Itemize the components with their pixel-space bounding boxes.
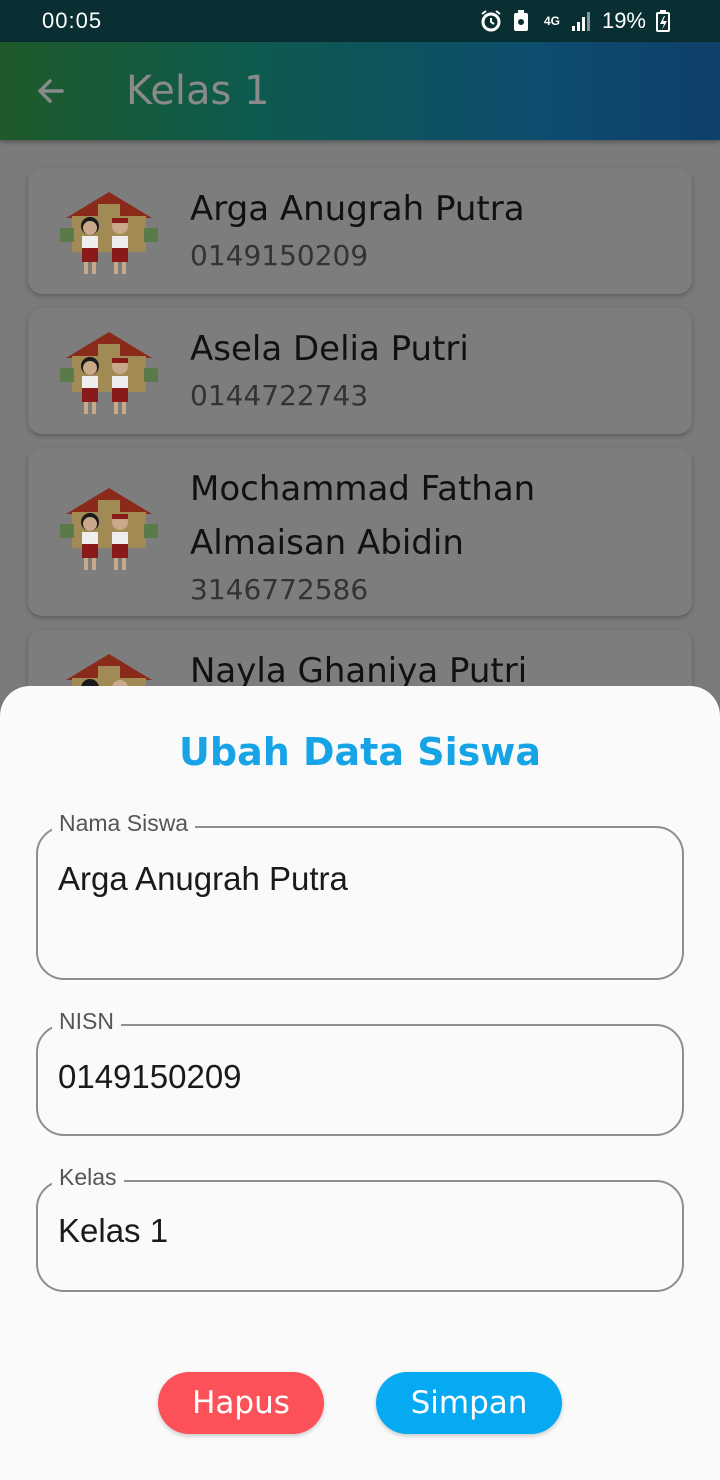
- class-input[interactable]: Kelas 1: [58, 1212, 168, 1250]
- arrow-left-icon[interactable]: [30, 71, 70, 111]
- student-name-line1: Mochammad Fathan: [190, 469, 536, 509]
- edit-student-sheet: Ubah Data Siswa Nama Siswa Arga Anugrah …: [0, 686, 720, 1480]
- list-item[interactable]: Mochammad Fathan Almaisan Abidin 3146772…: [28, 448, 692, 616]
- delete-button[interactable]: Hapus: [158, 1372, 324, 1434]
- student-list: Arga Anugrah Putra 0149150209 Asela Deli…: [28, 168, 692, 734]
- save-button[interactable]: Simpan: [376, 1372, 562, 1434]
- student-nisn: 3146772586: [190, 573, 369, 606]
- nisn-input[interactable]: 0149150209: [58, 1058, 242, 1096]
- battery-percent: 19%: [601, 8, 646, 33]
- status-bar: 00:05 4G 19%: [0, 0, 720, 42]
- student-name-line2: Almaisan Abidin: [190, 523, 464, 563]
- list-item[interactable]: Asela Delia Putri 0144722743: [28, 308, 692, 434]
- student-name: Arga Anugrah Putra: [190, 189, 525, 229]
- student-nisn: 0144722743: [190, 379, 369, 412]
- battery-saver-icon: [512, 10, 534, 32]
- network-4g-icon: 4G: [543, 14, 560, 28]
- student-info: Arga Anugrah Putra 0149150209: [190, 168, 525, 288]
- school-students-icon: [60, 332, 158, 414]
- status-time: 00:05: [42, 8, 103, 33]
- student-name: Asela Delia Putri: [190, 329, 469, 369]
- signal-icon: [570, 10, 592, 32]
- battery-icon: [656, 10, 678, 32]
- class-field[interactable]: Kelas Kelas 1: [36, 1164, 684, 1292]
- school-students-icon: [60, 192, 158, 274]
- app-bar: Kelas 1: [0, 42, 720, 140]
- status-icons: 4G 19%: [480, 8, 678, 34]
- alarm-icon: [480, 10, 502, 32]
- nisn-label: NISN: [52, 1008, 121, 1035]
- class-label: Kelas: [52, 1164, 124, 1191]
- nisn-field[interactable]: NISN 0149150209: [36, 1008, 684, 1136]
- student-nisn: 0149150209: [190, 239, 369, 272]
- student-name-label: Nama Siswa: [52, 810, 196, 837]
- sheet-title: Ubah Data Siswa: [179, 730, 541, 774]
- page-title: Kelas 1: [126, 68, 270, 114]
- student-name-field[interactable]: Nama Siswa Arga Anugrah Putra: [36, 810, 684, 980]
- school-students-icon: [60, 488, 158, 570]
- student-name-input[interactable]: Arga Anugrah Putra: [58, 860, 348, 898]
- student-info: Mochammad Fathan Almaisan Abidin 3146772…: [190, 448, 535, 622]
- list-item[interactable]: Arga Anugrah Putra 0149150209: [28, 168, 692, 294]
- student-info: Asela Delia Putri 0144722743: [190, 308, 469, 428]
